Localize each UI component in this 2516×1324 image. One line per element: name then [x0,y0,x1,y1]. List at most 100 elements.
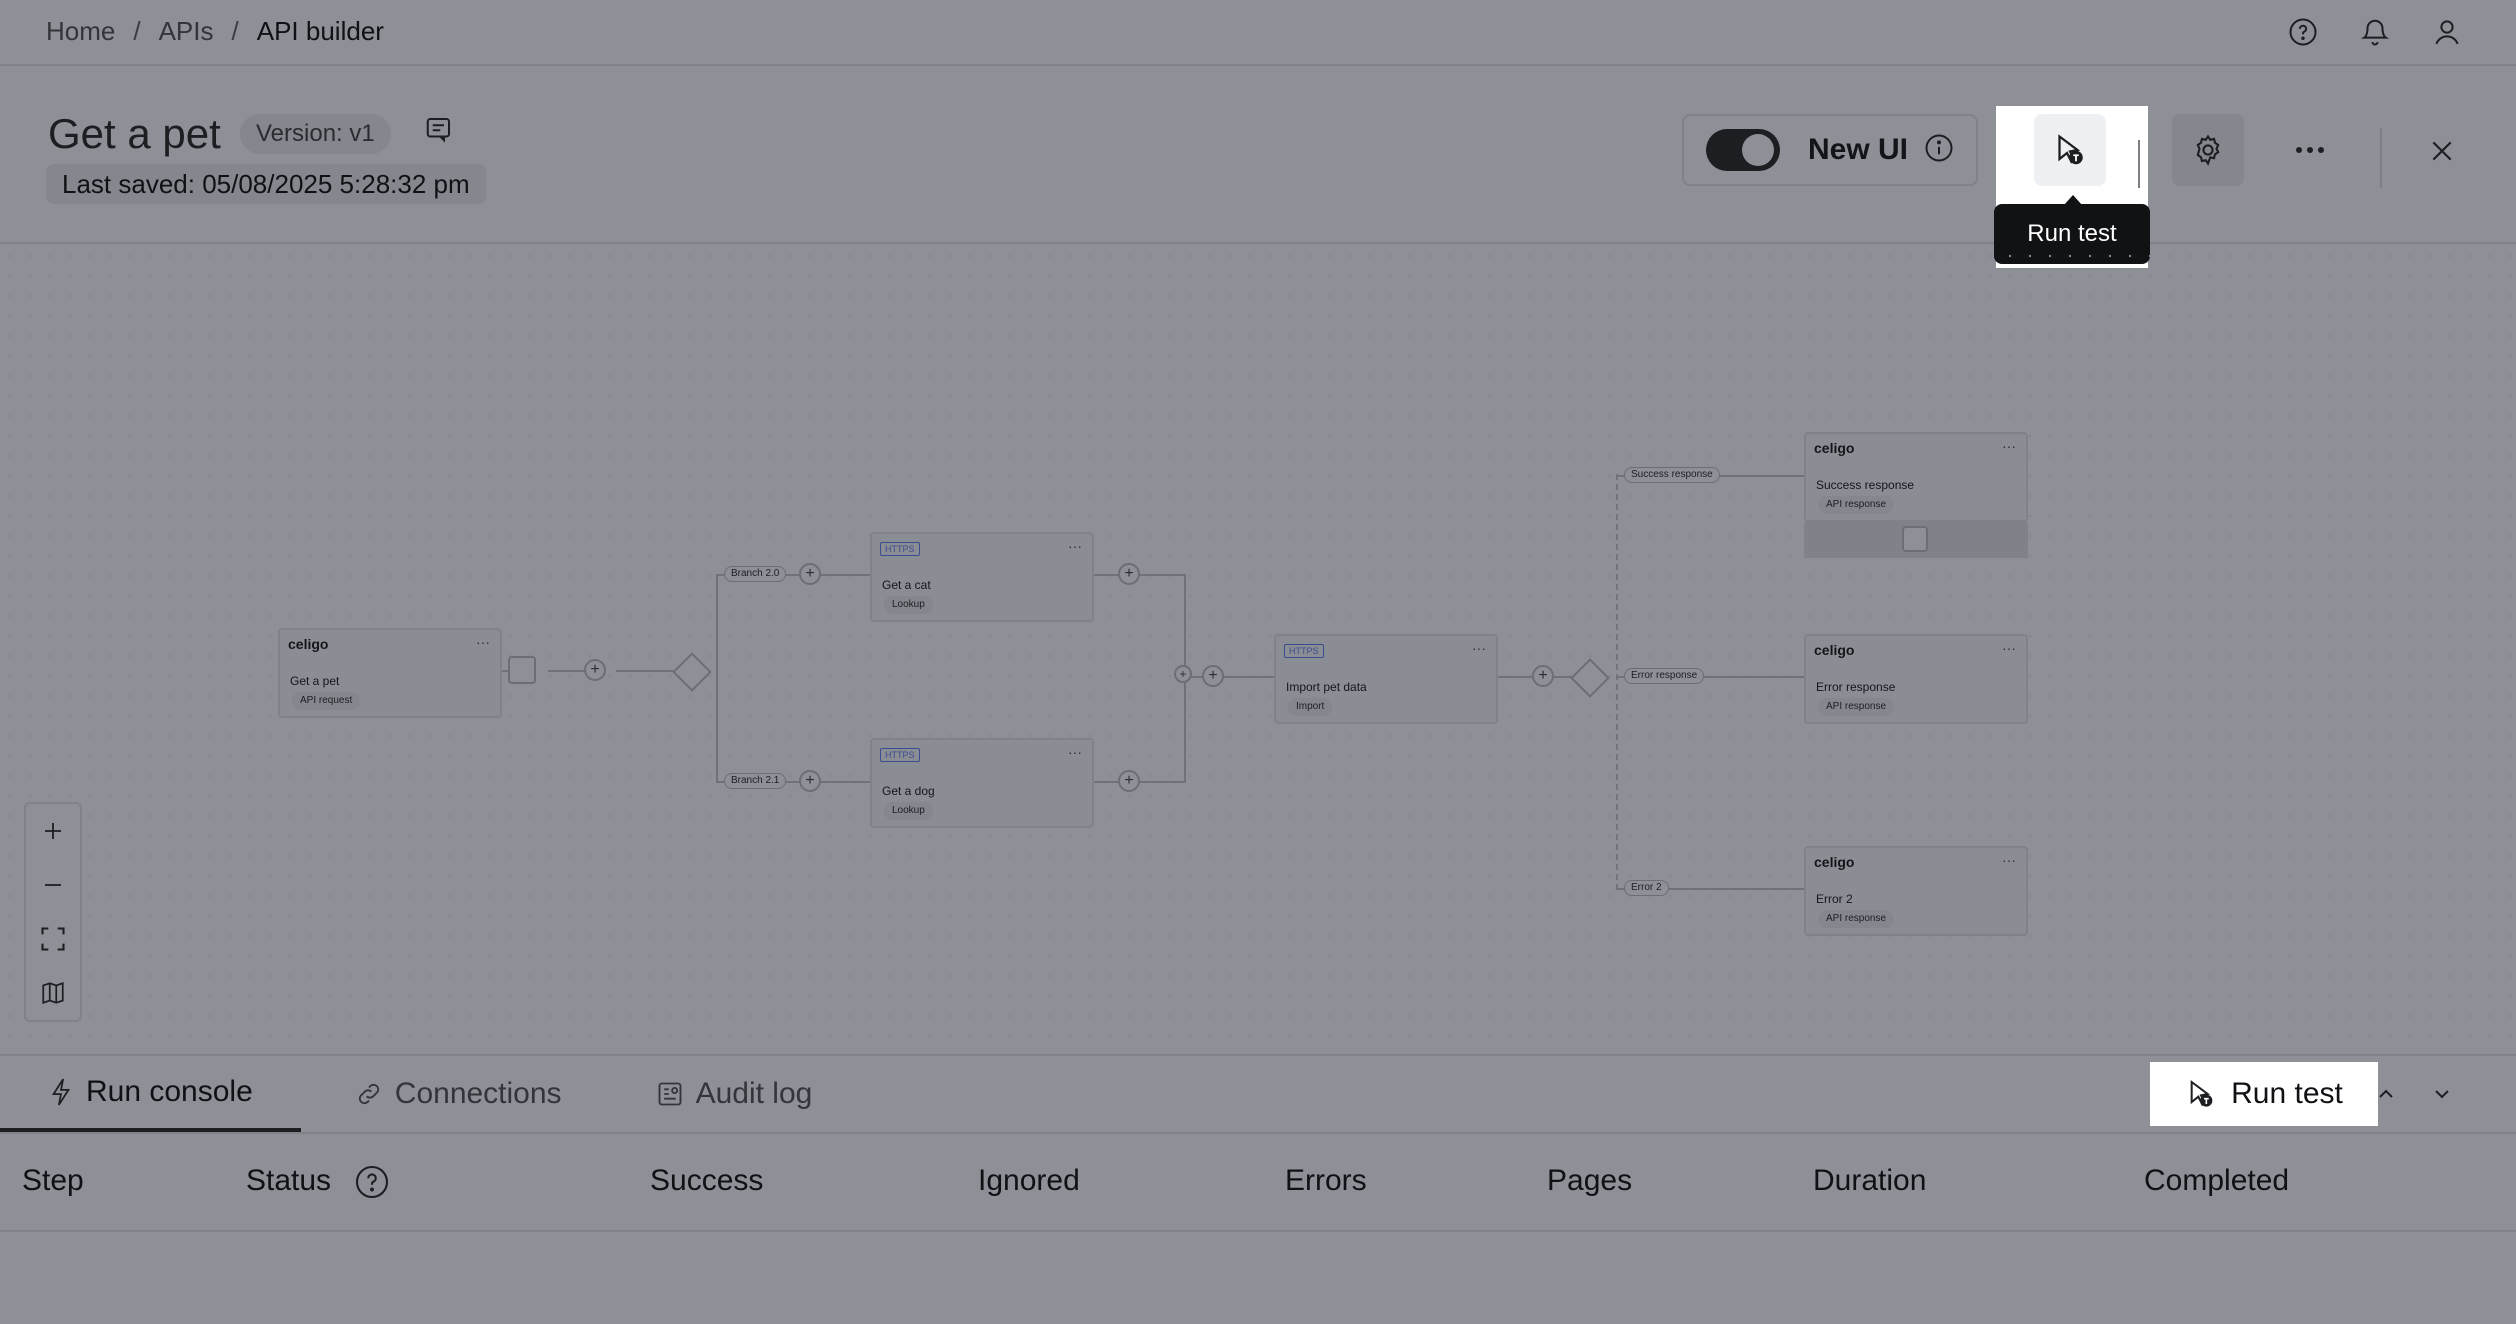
node-type-badge: API response [1818,698,1895,716]
flow-node-get-a-dog[interactable]: HTTPS ··· Get a dog Lookup [870,738,1094,828]
tab-run-console[interactable]: Run console [0,1056,301,1132]
edge [1184,676,1276,678]
column-header: Pages [1547,1164,1633,1197]
tab-label: Run console [86,1075,253,1108]
new-ui-toggle[interactable] [1706,129,1780,171]
new-ui-toggle-group: New UI [1682,114,1978,186]
add-step-button[interactable]: + [1118,770,1140,792]
node-name: Error 2 [1816,892,1853,906]
node-menu-icon[interactable]: ··· [1068,538,1082,554]
last-saved-badge: Last saved: 05/08/2025 5:28:32 pm [46,164,486,204]
tab-connections[interactable]: Connections [301,1056,594,1132]
node-menu-icon[interactable]: ··· [2002,640,2016,656]
top-icons [2284,13,2466,51]
celigo-logo: celigo [1814,642,1855,658]
page-title: Get a pet [48,110,221,157]
edge-label: Error response [1624,668,1705,684]
close-button[interactable] [2406,130,2478,172]
bottom-tabs: Run console Connections Audit log [0,1056,844,1132]
user-profile-icon[interactable] [2428,13,2466,51]
ellipsis-icon [2296,147,2324,153]
run-console-table-header: Step Status Success Ignored Errors Pages… [0,1132,2516,1232]
add-step-button[interactable]: + [1118,563,1140,585]
https-badge: HTTPS [1284,644,1324,658]
bottom-panel: Run console Connections Audit log Run te… [0,1054,2516,1324]
flow-node-import-pet-data[interactable]: HTTPS ··· Import pet data Import [1274,634,1498,724]
column-header: Step [22,1164,84,1197]
divider [2138,140,2140,188]
node-type-badge: Import [1288,698,1333,716]
add-step-button[interactable]: + [1532,665,1554,687]
tab-audit-log[interactable]: Audit log [594,1056,845,1132]
column-header: Duration [1813,1164,1927,1197]
settings-button[interactable] [2172,114,2244,186]
link-icon [358,1083,379,1105]
audit-log-icon [658,1082,681,1106]
gear-icon [2196,134,2220,166]
run-test-label: Run test [2231,1077,2343,1110]
flow-node-get-a-cat[interactable]: HTTPS ··· Get a cat Lookup [870,532,1094,622]
notes-icon[interactable] [424,114,454,149]
more-options-button[interactable] [2274,114,2346,186]
node-menu-icon[interactable]: ··· [1472,640,1486,656]
help-icon[interactable] [2284,13,2322,51]
edge [716,574,718,782]
add-step-button[interactable]: + [799,770,821,792]
version-badge: Version: v1 [240,114,391,154]
zoom-out-icon[interactable] [26,858,80,912]
node-output-handle[interactable] [1902,526,1928,552]
status-help-icon[interactable] [354,1164,390,1205]
edge [1094,574,1186,576]
flow-node-error-2[interactable]: celigo ··· Error 2 API response [1804,846,2028,936]
run-test-icon [2190,1080,2213,1107]
zoom-in-icon[interactable] [26,804,80,858]
merge-icon: + [1174,665,1192,683]
flow-canvas[interactable]: celigo ··· Get a pet API request + Branc… [0,246,2516,1054]
node-name: Import pet data [1286,680,1367,694]
flow-node-start[interactable]: celigo ··· Get a pet API request [278,628,502,718]
breadcrumb-home[interactable]: Home [46,16,115,47]
chevron-up-icon[interactable] [2368,1076,2404,1112]
zoom-controls [24,802,82,1022]
edge [616,670,674,672]
breadcrumb-separator: / [231,16,239,46]
edge-label: Error 2 [1624,880,1669,896]
node-type-badge: API response [1818,910,1895,928]
run-test-button-console[interactable]: Run test [2150,1062,2378,1126]
celigo-logo: celigo [1814,854,1855,870]
flow-node-error-response[interactable]: celigo ··· Error response API response [1804,634,2028,724]
breadcrumb-apis[interactable]: APIs [159,16,214,47]
node-menu-icon[interactable]: ··· [2002,438,2016,454]
node-menu-icon[interactable]: ··· [476,634,490,650]
node-menu-icon[interactable]: ··· [1068,744,1082,760]
node-type-badge: API request [292,692,361,710]
info-icon[interactable] [1924,133,1954,168]
add-step-button[interactable]: + [799,563,821,585]
node-name: Get a dog [882,784,935,798]
node-type-badge: API response [1818,496,1895,514]
add-step-button[interactable]: + [1202,665,1224,687]
run-test-button[interactable] [2034,114,2106,186]
https-badge: HTTPS [880,748,920,762]
notifications-bell-icon[interactable] [2356,13,2394,51]
flow-node-success-response[interactable]: celigo ··· Success response API response [1804,432,2028,522]
branch-label: Branch 2.0 [724,566,787,582]
node-type-badge: Lookup [884,802,933,820]
tab-label: Audit log [695,1077,813,1110]
new-ui-label: New UI [1808,133,1909,166]
chevron-down-icon[interactable] [2424,1076,2460,1112]
top-bar: Home / APIs / API builder [0,0,2516,66]
node-menu-icon[interactable]: ··· [2002,852,2016,868]
minimap-icon[interactable] [26,966,80,1020]
edge-label: Success response [1624,467,1720,483]
https-badge: HTTPS [880,542,920,556]
branch-label: Branch 2.1 [724,773,787,789]
column-header: Status [246,1164,332,1197]
branch-router-icon[interactable] [672,652,712,692]
node-output-handle[interactable] [508,656,536,684]
add-step-button[interactable]: + [584,659,606,681]
close-icon [2432,141,2452,161]
tab-label: Connections [394,1077,562,1110]
fit-view-icon[interactable] [26,912,80,966]
response-router-icon[interactable] [1570,658,1610,698]
